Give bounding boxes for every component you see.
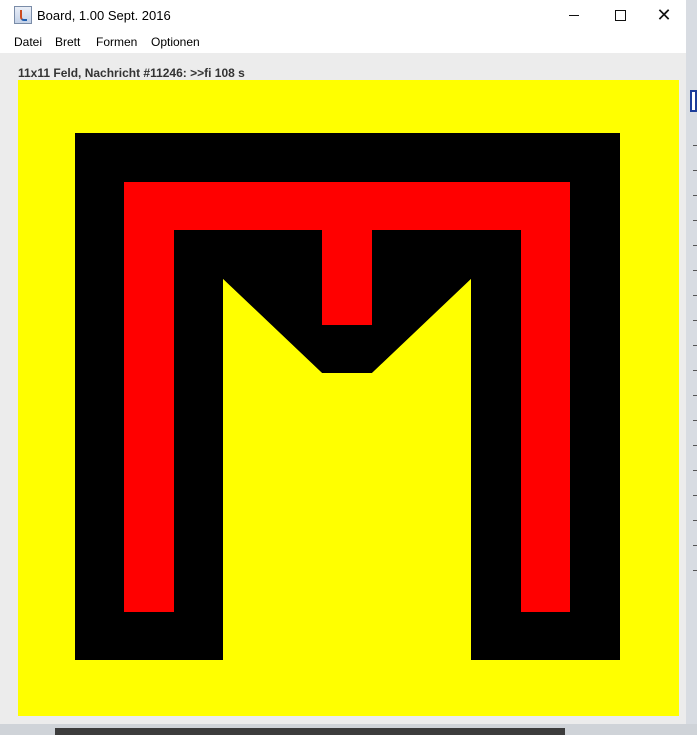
maximize-button[interactable] [597, 0, 643, 31]
menu-bar: Datei Brett Formen Optionen [0, 31, 686, 54]
background-taskbar-segment [55, 728, 565, 735]
background-tick [693, 570, 697, 571]
background-tick [693, 495, 697, 496]
background-tick [693, 395, 697, 396]
window-title: Board, 1.00 Sept. 2016 [37, 8, 171, 23]
status-message: 11x11 Feld, Nachricht #11246: >>fi 108 s [18, 66, 245, 80]
background-tick [693, 545, 697, 546]
background-tick [693, 470, 697, 471]
board-window: Board, 1.00 Sept. 2016 ✕ Datei Brett For… [0, 0, 686, 724]
menu-formen[interactable]: Formen [96, 35, 137, 49]
background-window-mark [690, 90, 697, 112]
background-tick [693, 295, 697, 296]
background-tick [693, 420, 697, 421]
background-tick [693, 445, 697, 446]
menu-datei[interactable]: Datei [14, 35, 42, 49]
background-tick [693, 370, 697, 371]
background-tick [693, 345, 697, 346]
background-tick [693, 520, 697, 521]
close-button[interactable]: ✕ [641, 0, 687, 31]
java-app-icon[interactable] [14, 6, 32, 24]
background-tick [693, 270, 697, 271]
background-taskbar-strip [0, 724, 697, 735]
background-tick [693, 320, 697, 321]
background-tick [693, 195, 697, 196]
minimize-button[interactable] [551, 0, 597, 31]
game-board[interactable] [18, 80, 679, 716]
menu-optionen[interactable]: Optionen [151, 35, 200, 49]
menu-brett[interactable]: Brett [55, 35, 80, 49]
background-tick [693, 145, 697, 146]
title-bar[interactable]: Board, 1.00 Sept. 2016 ✕ [0, 0, 686, 31]
background-tick [693, 170, 697, 171]
background-tick [693, 245, 697, 246]
close-icon: ✕ [656, 5, 672, 25]
background-window-strip [686, 0, 697, 735]
background-tick [693, 220, 697, 221]
board-canvas [75, 133, 620, 660]
